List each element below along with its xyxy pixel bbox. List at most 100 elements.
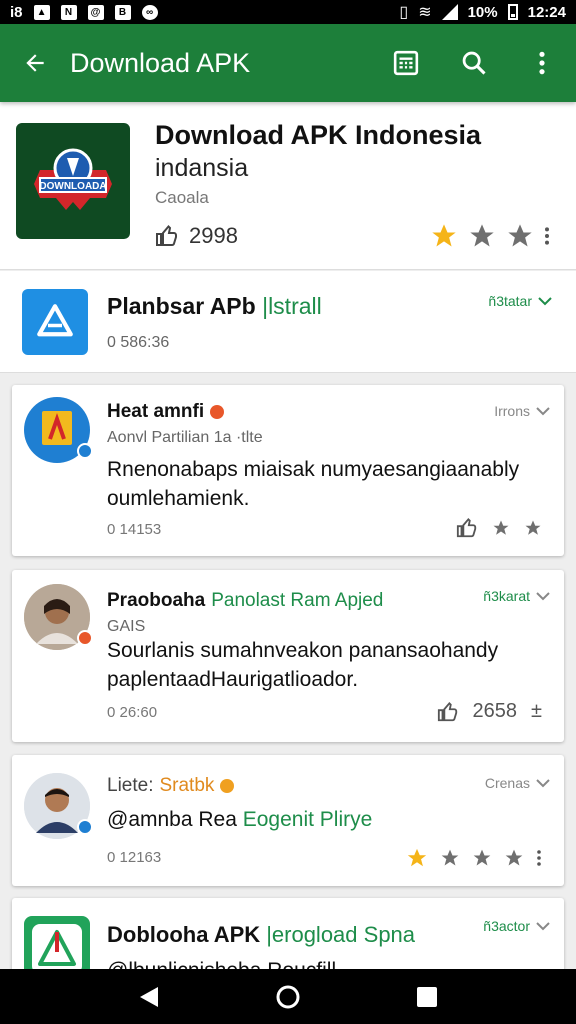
- post-author[interactable]: Heat amnfi: [107, 401, 225, 423]
- more-vert-icon[interactable]: [536, 849, 542, 867]
- post-options-label: ñ3karat: [483, 588, 530, 604]
- calculator-icon: [393, 50, 419, 76]
- app-bar: Download APK: [0, 24, 576, 102]
- star-empty-icon: [505, 849, 523, 866]
- star-empty-icon: [508, 224, 532, 247]
- post-card[interactable]: Heat amnfi Aonvl Partilian 1a ·tlte Rnen…: [12, 385, 564, 556]
- app-bar-actions: [372, 24, 576, 102]
- like-count[interactable]: 2998: [155, 223, 238, 249]
- back-button[interactable]: [0, 24, 70, 102]
- star-empty-icon: [473, 849, 491, 866]
- home-circle-icon[interactable]: [275, 984, 301, 1010]
- app-bar-title: Download APK: [70, 47, 251, 78]
- post-options-dropdown[interactable]: ñ3actor: [483, 918, 550, 934]
- post-author[interactable]: Doblooha APK |erogload Spna: [107, 922, 415, 948]
- notification-badge-icon: [77, 630, 93, 646]
- avatar[interactable]: [24, 397, 93, 463]
- post-options-dropdown[interactable]: Irrons: [494, 403, 550, 419]
- star-empty-icon: [441, 849, 459, 866]
- install-link[interactable]: |lstrall: [262, 293, 322, 319]
- post-like-count: 2658: [472, 700, 518, 722]
- mail-icon: @: [87, 4, 104, 20]
- post-meta: 0 14153: [107, 521, 162, 538]
- nfc-icon: N: [60, 4, 77, 20]
- plus-icon[interactable]: ±: [531, 700, 542, 723]
- more-vert-icon[interactable]: [544, 226, 550, 246]
- battery-icon: [507, 4, 518, 20]
- post-body: Rnenonabaps miaisak numyaesangiaanably o…: [107, 458, 520, 510]
- thumbs-up-icon: [156, 225, 177, 246]
- install-row[interactable]: Planbsar APb |lstrall 0 586:36 ñ3tatar: [0, 271, 576, 373]
- post-subtitle: Aonvl Partilian 1a ·tlte: [107, 429, 263, 446]
- recents-square-icon[interactable]: [416, 986, 438, 1008]
- app-subtitle: indansia: [155, 154, 249, 182]
- arrow-left-icon: [26, 54, 44, 72]
- post-card[interactable]: Praoboaha Panolast Ram Apjed GAIS Sourla…: [12, 570, 564, 742]
- post-body-text: @amnba Rea: [107, 808, 237, 831]
- like-count-value: 2998: [189, 223, 238, 248]
- image-icon: ▲: [33, 4, 50, 20]
- post-author-name: Doblooha APK: [107, 922, 261, 947]
- chevron-down-icon: [536, 779, 550, 788]
- post-actions: [456, 517, 542, 539]
- install-app-icon: [22, 289, 88, 355]
- more-vert-icon: [539, 51, 545, 75]
- avatar[interactable]: [24, 584, 93, 650]
- signal-icon: [441, 4, 458, 20]
- app-title: Download APK Indonesia: [155, 120, 482, 150]
- search-button[interactable]: [440, 24, 508, 102]
- post-author[interactable]: Praoboaha Panolast Ram Apjed: [107, 590, 383, 612]
- post-meta: 0 12163: [107, 849, 162, 866]
- post-options-label: Irrons: [494, 403, 530, 419]
- post-options-label: Crenas: [484, 775, 530, 791]
- calculator-button[interactable]: [372, 24, 440, 102]
- verified-icon: [210, 405, 225, 419]
- install-dropdown[interactable]: ñ3tatar: [488, 293, 552, 309]
- install-meta: 0 586:36: [107, 334, 170, 351]
- post-options-dropdown[interactable]: ñ3karat: [483, 588, 550, 604]
- post-author-name: Liete:: [107, 775, 154, 796]
- post-options-label: ñ3actor: [483, 918, 530, 934]
- system-status: ▯ ≋ 10% 12:24: [399, 2, 566, 22]
- post-author-accent[interactable]: Sratbk: [159, 775, 214, 797]
- vibrate-icon: ▯: [399, 4, 409, 21]
- notification-icons: i8 ▲ N @ B ∞: [10, 4, 158, 21]
- post-author-name: Heat amnfi: [107, 401, 205, 422]
- post-body: Sourlanis sumahnveakon panansaohandy pap…: [107, 639, 499, 691]
- star-icon[interactable]: [492, 519, 510, 537]
- chevron-down-icon: [536, 592, 550, 601]
- status-bar: i8 ▲ N @ B ∞ ▯ ≋ 10% 12:24: [0, 0, 576, 24]
- search-icon: [462, 51, 486, 75]
- verified-badge-icon: [77, 819, 93, 835]
- post-card[interactable]: Liete: Sratbk @amnba Rea Eogenit Plirye …: [12, 755, 564, 886]
- install-title-text: Planbsar APb: [107, 293, 256, 319]
- battery-percent: 10%: [467, 3, 498, 21]
- clock: 12:24: [527, 3, 566, 21]
- thumbs-up-icon[interactable]: [456, 517, 478, 539]
- star-filled-icon: [432, 224, 456, 247]
- app-logo: DOWNLOADA: [16, 123, 130, 239]
- post-options-dropdown[interactable]: Crenas: [485, 775, 550, 791]
- star-icon[interactable]: [524, 519, 542, 537]
- verified-badge-icon: [77, 443, 93, 459]
- signal-text-icon: i8: [10, 3, 23, 21]
- install-title: Planbsar APb |lstrall: [107, 293, 322, 320]
- back-triangle-icon[interactable]: [138, 985, 160, 1009]
- bookmark-icon: B: [114, 4, 131, 20]
- chevron-down-icon: [536, 922, 550, 931]
- post-author-accent[interactable]: Panolast Ram Apjed: [211, 590, 383, 612]
- post-author-accent[interactable]: |erogload Spna: [266, 922, 415, 948]
- logo-text: DOWNLOADA: [39, 181, 106, 192]
- post-rating[interactable]: [406, 847, 542, 869]
- avatar[interactable]: [24, 773, 93, 839]
- thumbs-up-icon[interactable]: [437, 701, 459, 723]
- post-author[interactable]: Liete: Sratbk: [107, 775, 235, 797]
- chevron-down-icon: [538, 297, 552, 306]
- install-dropdown-label: ñ3tatar: [488, 293, 532, 309]
- overflow-menu-button[interactable]: [508, 24, 576, 102]
- verified-icon: [220, 779, 235, 793]
- rating-stars[interactable]: [430, 222, 550, 250]
- app-logo-emblem: DOWNLOADA: [34, 148, 112, 210]
- post-body-accent[interactable]: Eogenit Plirye: [243, 808, 373, 831]
- app-header: DOWNLOADA Download APK Indonesia indansi…: [0, 102, 576, 270]
